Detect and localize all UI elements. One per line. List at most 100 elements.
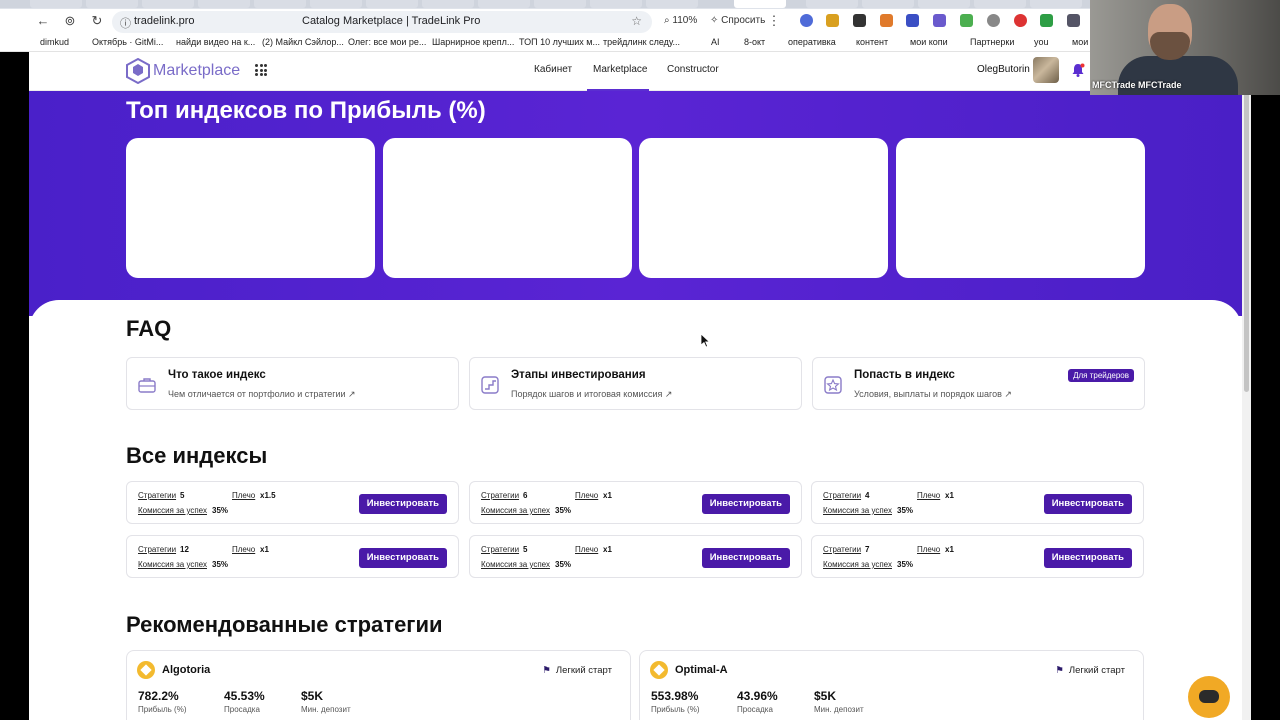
bookmark-item[interactable]: трейдлинк следу... xyxy=(603,37,680,47)
avatar[interactable] xyxy=(1033,57,1059,83)
top-index-card[interactable] xyxy=(639,138,888,278)
bookmark-item[interactable]: мои копи xyxy=(910,37,948,47)
nav-cabinet[interactable]: Кабинет xyxy=(534,64,572,75)
browser-tab[interactable] xyxy=(254,0,306,8)
extensions-icon[interactable]: ⊚ xyxy=(62,13,78,29)
url-text[interactable]: tradelink.pro xyxy=(134,15,195,27)
browser-tab[interactable] xyxy=(30,0,82,8)
index-leverage-label[interactable]: Плечо xyxy=(917,545,940,554)
bookmark-item[interactable]: контент xyxy=(856,37,888,47)
browser-tab[interactable] xyxy=(198,0,250,8)
marketplace-logo-icon[interactable] xyxy=(125,58,151,84)
browser-tab-active[interactable] xyxy=(734,0,786,8)
browser-tab[interactable] xyxy=(1030,0,1082,8)
nav-constructor[interactable]: Constructor xyxy=(667,64,719,75)
bookmark-item[interactable]: Партнерки xyxy=(970,37,1014,47)
address-bar[interactable]: ⓘ tradelink.pro Catalog Marketplace | Tr… xyxy=(112,11,652,33)
bookmark-item[interactable]: Олег: все мои ре... xyxy=(348,37,426,47)
invest-button[interactable]: Инвестировать xyxy=(358,494,447,514)
index-leverage-label[interactable]: Плечо xyxy=(232,545,255,554)
logo-text[interactable]: Marketplace xyxy=(153,62,240,80)
invest-button[interactable]: Инвестировать xyxy=(701,494,790,514)
invest-button[interactable]: Инвестировать xyxy=(701,548,790,568)
index-strategies-label[interactable]: Стратегии xyxy=(138,545,176,554)
site-info-icon[interactable]: ⓘ xyxy=(120,15,131,31)
index-strategies-label[interactable]: Стратегии xyxy=(823,491,861,500)
browser-tab[interactable] xyxy=(366,0,418,8)
bookmark-item[interactable]: мои xyxy=(1072,37,1088,47)
index-strategies-label[interactable]: Стратегии xyxy=(138,491,176,500)
extension-icon[interactable] xyxy=(960,14,973,27)
browser-tab[interactable] xyxy=(534,0,586,8)
index-leverage-label[interactable]: Плечо xyxy=(575,491,598,500)
scrollbar-thumb[interactable] xyxy=(1244,92,1249,392)
chat-support-button[interactable] xyxy=(1188,676,1230,718)
bookmark-item[interactable]: AI xyxy=(711,37,720,47)
index-strategies-label[interactable]: Стратегии xyxy=(481,491,519,500)
ask-button[interactable]: ✧ Спросить xyxy=(710,15,765,26)
index-commission-label[interactable]: Комиссия за успех xyxy=(823,560,892,569)
extension-icon[interactable] xyxy=(933,14,946,27)
index-card[interactable]: Стратегии 4 Плечо x1 Комиссия за успех 35% Инв… xyxy=(811,481,1144,524)
bookmark-item[interactable]: найди видео на к... xyxy=(176,37,255,47)
browser-tab[interactable] xyxy=(590,0,642,8)
extension-icon[interactable] xyxy=(1067,14,1080,27)
strategy-name[interactable]: Optimal-A xyxy=(675,664,728,676)
bookmark-item[interactable]: Октябрь · GitMi... xyxy=(92,37,163,47)
index-strategies-label[interactable]: Стратегии xyxy=(823,545,861,554)
bookmark-item[interactable]: оперативка xyxy=(788,37,836,47)
browser-tab[interactable] xyxy=(806,0,858,8)
invest-button[interactable]: Инвестировать xyxy=(1043,494,1132,514)
notification-bell-icon[interactable] xyxy=(1070,62,1086,78)
apps-grid-icon[interactable] xyxy=(255,64,267,76)
back-icon[interactable]: ← xyxy=(35,13,51,28)
index-card[interactable]: Стратегии 6 Плечо x1 Комиссия за успех 35% Инв… xyxy=(469,481,802,524)
index-commission-label[interactable]: Комиссия за успех xyxy=(481,560,550,569)
extension-icon[interactable] xyxy=(880,14,893,27)
extension-icon[interactable] xyxy=(1014,14,1027,27)
browser-tab[interactable] xyxy=(86,0,138,8)
index-commission-label[interactable]: Комиссия за успех xyxy=(823,506,892,515)
zoom-indicator[interactable]: ⌕ 110% xyxy=(664,15,697,26)
browser-tab[interactable] xyxy=(918,0,970,8)
bookmark-item[interactable]: 8-окт xyxy=(744,37,765,47)
extension-icon[interactable] xyxy=(853,14,866,27)
index-leverage-label[interactable]: Плечо xyxy=(917,491,940,500)
extension-icon[interactable] xyxy=(1040,14,1053,27)
browser-tab[interactable] xyxy=(478,0,530,8)
index-strategies-label[interactable]: Стратегии xyxy=(481,545,519,554)
index-leverage-label[interactable]: Плечо xyxy=(232,491,255,500)
page-scrollbar[interactable] xyxy=(1242,52,1251,720)
index-card[interactable]: Стратегии 12 Плечо x1 Комиссия за успех 35% Ин… xyxy=(126,535,459,578)
index-card[interactable]: Стратегии 7 Плечо x1 Комиссия за успех 35% Инв… xyxy=(811,535,1144,578)
index-card[interactable]: Стратегии 5 Плечо x1 Комиссия за успех 35% Инв… xyxy=(469,535,802,578)
more-icon[interactable]: ⋮ xyxy=(766,13,782,29)
extension-icon[interactable] xyxy=(906,14,919,27)
strategy-name[interactable]: Algotoria xyxy=(162,664,210,676)
faq-card-investing-steps[interactable]: Этапы инвестирования Порядок шагов и ито… xyxy=(469,357,802,410)
extension-icon[interactable] xyxy=(826,14,839,27)
browser-tab[interactable] xyxy=(646,0,698,8)
top-index-card[interactable] xyxy=(896,138,1145,278)
index-commission-label[interactable]: Комиссия за успех xyxy=(481,506,550,515)
extension-icon[interactable] xyxy=(800,14,813,27)
browser-tab[interactable] xyxy=(974,0,1026,8)
faq-card-join-index[interactable]: Попасть в индекс Условия, выплаты и поря… xyxy=(812,357,1145,410)
index-card[interactable]: Стратегии 5 Плечо x1.5 Комиссия за успех 35% И… xyxy=(126,481,459,524)
nav-marketplace[interactable]: Marketplace xyxy=(593,64,647,75)
bookmark-star-icon[interactable]: ☆ xyxy=(631,14,642,28)
browser-tab[interactable] xyxy=(310,0,362,8)
invest-button[interactable]: Инвестировать xyxy=(1043,548,1132,568)
faq-card-what-is-index[interactable]: Что такое индекс Чем отличается от портф… xyxy=(126,357,459,410)
extension-icon[interactable] xyxy=(987,14,1000,27)
index-commission-label[interactable]: Комиссия за успех xyxy=(138,560,207,569)
bookmark-item[interactable]: you xyxy=(1034,37,1049,47)
index-commission-label[interactable]: Комиссия за успех xyxy=(138,506,207,515)
invest-button[interactable]: Инвестировать xyxy=(358,548,447,568)
top-index-card[interactable] xyxy=(383,138,632,278)
index-leverage-label[interactable]: Плечо xyxy=(575,545,598,554)
browser-tab[interactable] xyxy=(862,0,914,8)
bookmark-item[interactable]: (2) Майкл Сэйлор... xyxy=(262,37,344,47)
browser-tab[interactable] xyxy=(422,0,474,8)
strategy-card[interactable]: Optimal-A ⚑ Легкий старт 553.98% 43.96% $… xyxy=(639,650,1144,720)
